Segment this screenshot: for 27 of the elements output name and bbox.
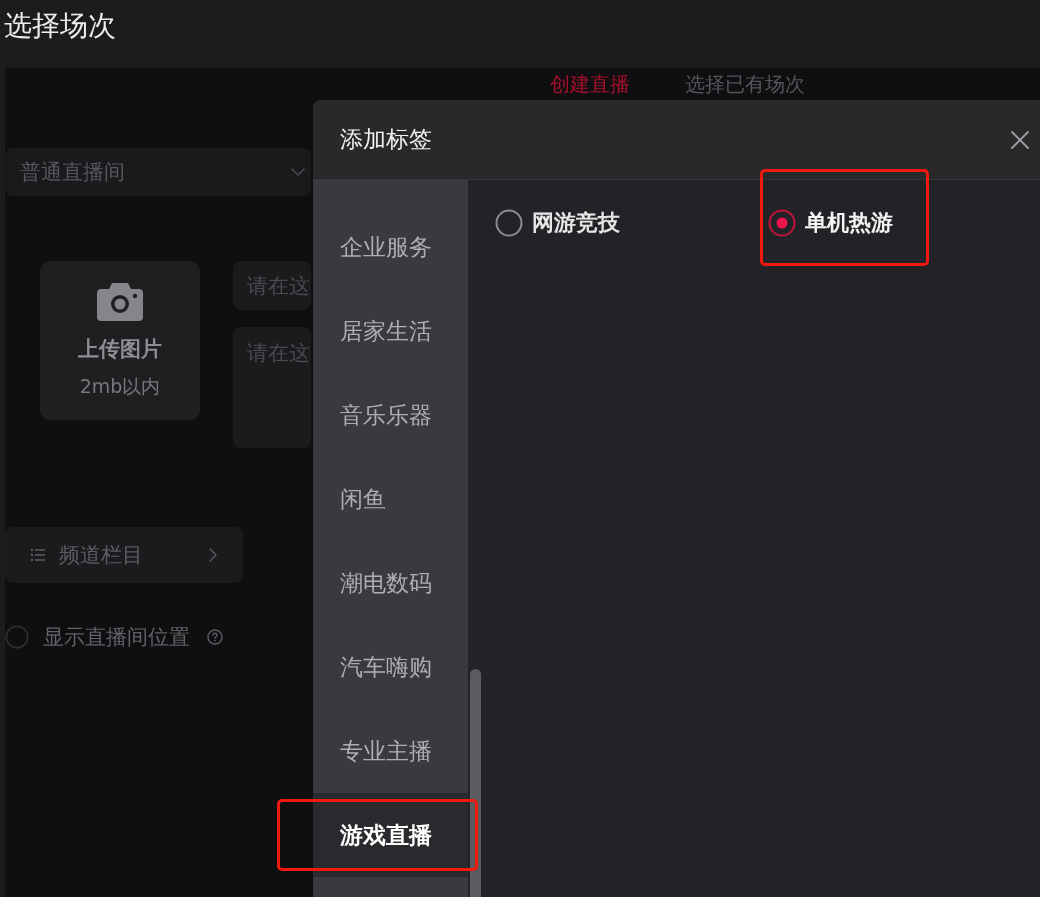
radio-icon[interactable]	[768, 209, 796, 237]
tag-option[interactable]: 单机热游	[768, 209, 893, 237]
location-label: 显示直播间位置	[43, 624, 190, 651]
category-item[interactable]: 潮电数码	[313, 541, 468, 625]
list-icon	[31, 549, 45, 561]
upload-button[interactable]: 上传图片 2mb以内	[40, 261, 200, 420]
category-item[interactable]: 音乐乐器	[313, 373, 468, 457]
tab[interactable]: 选择已有场次	[685, 72, 805, 96]
chevron-right-icon	[209, 548, 217, 562]
category-item[interactable]: 居家生活	[313, 289, 468, 373]
close-icon	[1010, 129, 1030, 150]
page-title: 选择场次	[4, 9, 116, 43]
category-item[interactable]: 汽车嗨购	[313, 625, 468, 709]
radio-icon[interactable]	[495, 209, 523, 237]
category-item[interactable]: 游戏直播	[313, 793, 468, 877]
channel-button[interactable]: 频道栏目	[5, 527, 243, 583]
camera-icon	[97, 283, 143, 321]
dialog-title: 添加标签	[340, 125, 432, 154]
close-button[interactable]	[1010, 129, 1030, 150]
radio-icon[interactable]	[5, 625, 29, 649]
chevron-down-icon	[291, 168, 305, 176]
scrollbar-thumb[interactable]	[470, 669, 481, 897]
category-item[interactable]: 专业主播	[313, 709, 468, 793]
tag-option[interactable]: 网游竞技	[495, 209, 620, 237]
category-item[interactable]: 企业服务	[313, 205, 468, 289]
category-item[interactable]: 闲鱼	[313, 457, 468, 541]
help-icon[interactable]	[207, 629, 223, 645]
